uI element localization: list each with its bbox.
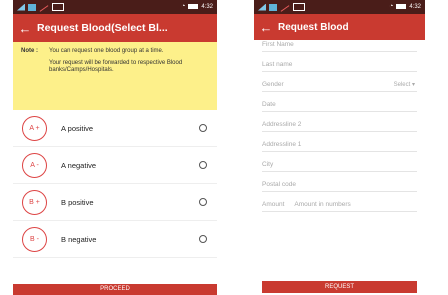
blood-group-item-a-negative[interactable]: A - A negative <box>13 147 217 184</box>
address-line-1-field[interactable]: Addressline 1 <box>262 132 417 152</box>
blood-group-item-b-negative[interactable]: B - B negative <box>13 221 217 258</box>
blood-group-name: B positive <box>61 197 94 207</box>
date-field[interactable]: Date <box>262 92 417 112</box>
proceed-button[interactable]: PROCEED <box>13 284 217 295</box>
status-time: 4:32 <box>201 3 213 10</box>
screen-icon <box>52 3 64 11</box>
radio-button[interactable] <box>199 161 207 169</box>
request-button[interactable]: REQUEST <box>262 281 417 293</box>
blood-group-name: A positive <box>61 123 94 133</box>
amount-label: Amount <box>262 201 285 208</box>
amount-input[interactable]: Amount in numbers <box>294 201 350 208</box>
blood-group-badge: B + <box>22 189 47 215</box>
app-bar: ← Request Blood(Select Bl... <box>13 14 217 42</box>
signal-icon <box>17 3 25 11</box>
address-line-2-field[interactable]: Addressline 2 <box>262 112 417 132</box>
battery-icon <box>396 4 407 9</box>
gender-select[interactable]: Select ▾ <box>394 81 415 88</box>
radio-button[interactable] <box>199 124 207 132</box>
screen-icon <box>293 3 305 11</box>
back-arrow-icon[interactable]: ← <box>13 21 37 36</box>
note-line: Your request will be forwarded to respec… <box>49 59 183 74</box>
app-bar: ← Request Blood <box>254 14 425 40</box>
blood-group-badge: A - <box>22 152 47 178</box>
network-icon <box>28 3 36 11</box>
gender-label: Gender <box>262 81 284 88</box>
amount-field[interactable]: Amount Amount in numbers <box>262 192 417 212</box>
blood-group-badge: A + <box>22 115 47 141</box>
blood-group-badge: B - <box>22 226 47 252</box>
radio-button[interactable] <box>199 198 207 206</box>
dropdown-arrow-icon: ▾ <box>411 82 415 88</box>
address-line-2-placeholder: Addressline 2 <box>262 121 302 128</box>
city-field[interactable]: City <box>262 152 417 172</box>
status-bar: ◔ 4:32 <box>13 0 217 14</box>
address-line-1-placeholder: Addressline 1 <box>262 141 302 148</box>
no-sim-icon <box>39 5 49 12</box>
last-name-placeholder: Last name <box>262 61 293 68</box>
page-title: Request Blood(Select Bl... <box>37 22 168 34</box>
radio-button[interactable] <box>199 235 207 243</box>
back-arrow-icon[interactable]: ← <box>254 20 278 35</box>
page-title: Request Blood <box>278 21 349 33</box>
blood-group-name: A negative <box>61 160 97 170</box>
battery-icon <box>188 4 199 9</box>
note-panel: Note : You can request one blood group a… <box>13 42 217 110</box>
date-placeholder: Date <box>262 101 276 108</box>
phone-screen-request-form: ◔ 4:32 ← Request Blood First Name Last n… <box>254 0 425 295</box>
phone-screen-select-group: ◔ 4:32 ← Request Blood(Select Bl... Note… <box>13 0 217 295</box>
network-icon <box>269 3 277 11</box>
gender-field[interactable]: Gender Select ▾ <box>262 72 417 92</box>
note-line: You can request one blood group at a tim… <box>49 48 164 54</box>
status-time: 4:32 <box>409 3 421 10</box>
status-bar: ◔ 4:32 <box>254 0 425 14</box>
wifi-icon: ◔ <box>389 3 394 10</box>
first-name-placeholder: First Name <box>262 41 294 48</box>
gender-select-value: Select <box>393 82 411 88</box>
postal-code-field[interactable]: Postal code <box>262 172 417 192</box>
first-name-field[interactable]: First Name <box>262 40 417 52</box>
last-name-field[interactable]: Last name <box>262 52 417 72</box>
signal-icon <box>258 3 266 11</box>
city-placeholder: City <box>262 161 274 168</box>
wifi-icon: ◔ <box>181 3 186 10</box>
no-sim-icon <box>280 5 290 12</box>
note-label: Note : <box>21 48 38 54</box>
blood-group-name: B negative <box>61 234 97 244</box>
blood-group-item-a-positive[interactable]: A + A positive <box>13 110 217 147</box>
blood-group-item-b-positive[interactable]: B + B positive <box>13 184 217 221</box>
postal-code-placeholder: Postal code <box>262 181 296 188</box>
